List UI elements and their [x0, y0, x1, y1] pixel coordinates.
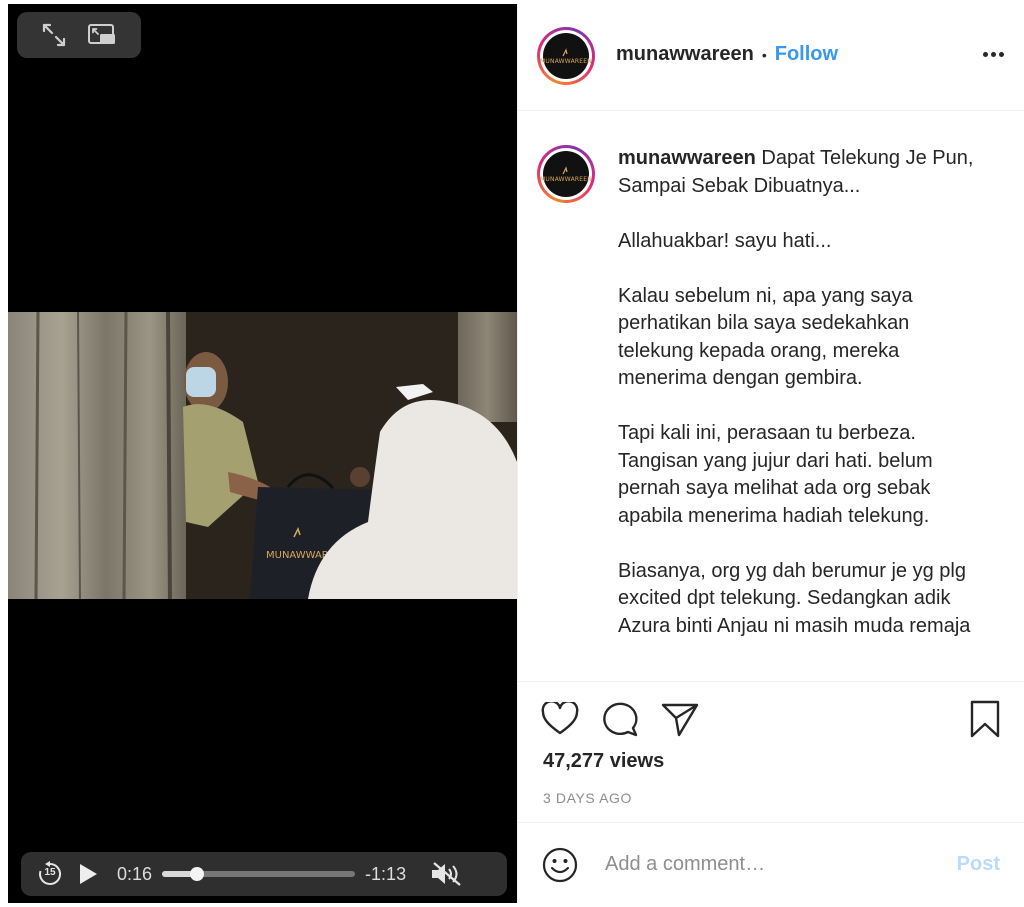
brand-mark-icon — [562, 165, 568, 174]
view-count[interactable]: 47,277 views — [543, 750, 664, 773]
video-player[interactable]: MUNAWWAREEN 15 0:16 -1:13 — [8, 4, 517, 903]
comment-bubble-icon[interactable] — [600, 699, 640, 739]
picture-in-picture-icon[interactable] — [87, 20, 117, 50]
avatar[interactable]: MUNAWWAREEN — [537, 27, 595, 85]
follow-button[interactable]: Follow — [775, 43, 838, 66]
post-actions: 47,277 views 3 DAYS AGO — [518, 681, 1024, 822]
caption-area: MUNAWWAREEN munawwareen Dapat Telekung J… — [518, 111, 1024, 681]
post-header: MUNAWWAREEN munawwareen • Follow — [518, 4, 1024, 111]
header-separator: • — [761, 46, 767, 63]
caption-body: Dapat Telekung Je Pun, Sampai Sebak Dibu… — [618, 147, 974, 637]
video-control-bar: 15 0:16 -1:13 — [21, 852, 507, 896]
more-options-icon[interactable] — [980, 44, 1006, 64]
video-frame: MUNAWWAREEN — [8, 312, 517, 599]
like-heart-icon[interactable] — [540, 699, 580, 739]
header-username[interactable]: munawwareen — [616, 43, 754, 66]
seek-bar[interactable] — [162, 867, 356, 881]
avatar-brand-text: MUNAWWAREEN — [540, 57, 592, 65]
remaining-time: -1:13 — [365, 863, 407, 884]
seek-bar-thumb[interactable] — [189, 867, 204, 881]
video-top-controls — [17, 12, 141, 58]
caption-avatar[interactable]: MUNAWWAREEN — [537, 145, 595, 203]
muted-speaker-icon[interactable] — [430, 861, 464, 887]
comment-input[interactable] — [603, 845, 907, 883]
fullscreen-icon[interactable] — [39, 20, 69, 50]
post-panel: MUNAWWAREEN munawwareen • Follow MUNAWWA… — [517, 4, 1024, 903]
skip-seconds-label: 15 — [44, 867, 56, 878]
post-comment-button[interactable]: Post — [957, 853, 1000, 876]
caption-avatar-brand-text: MUNAWWAREEN — [540, 175, 592, 183]
play-button[interactable] — [77, 862, 101, 886]
emoji-smiley-icon[interactable] — [542, 847, 578, 883]
share-paper-plane-icon[interactable] — [660, 699, 700, 739]
skip-back-15-icon[interactable]: 15 — [37, 861, 63, 887]
caption-username[interactable]: munawwareen — [618, 147, 756, 169]
current-time: 0:16 — [117, 863, 153, 884]
comment-bar: Post — [518, 822, 1024, 904]
post-timestamp[interactable]: 3 DAYS AGO — [543, 790, 632, 806]
post-caption: munawwareen Dapat Telekung Je Pun, Sampa… — [618, 145, 990, 640]
bookmark-icon[interactable] — [965, 699, 1005, 739]
brand-mark-icon — [562, 47, 568, 56]
